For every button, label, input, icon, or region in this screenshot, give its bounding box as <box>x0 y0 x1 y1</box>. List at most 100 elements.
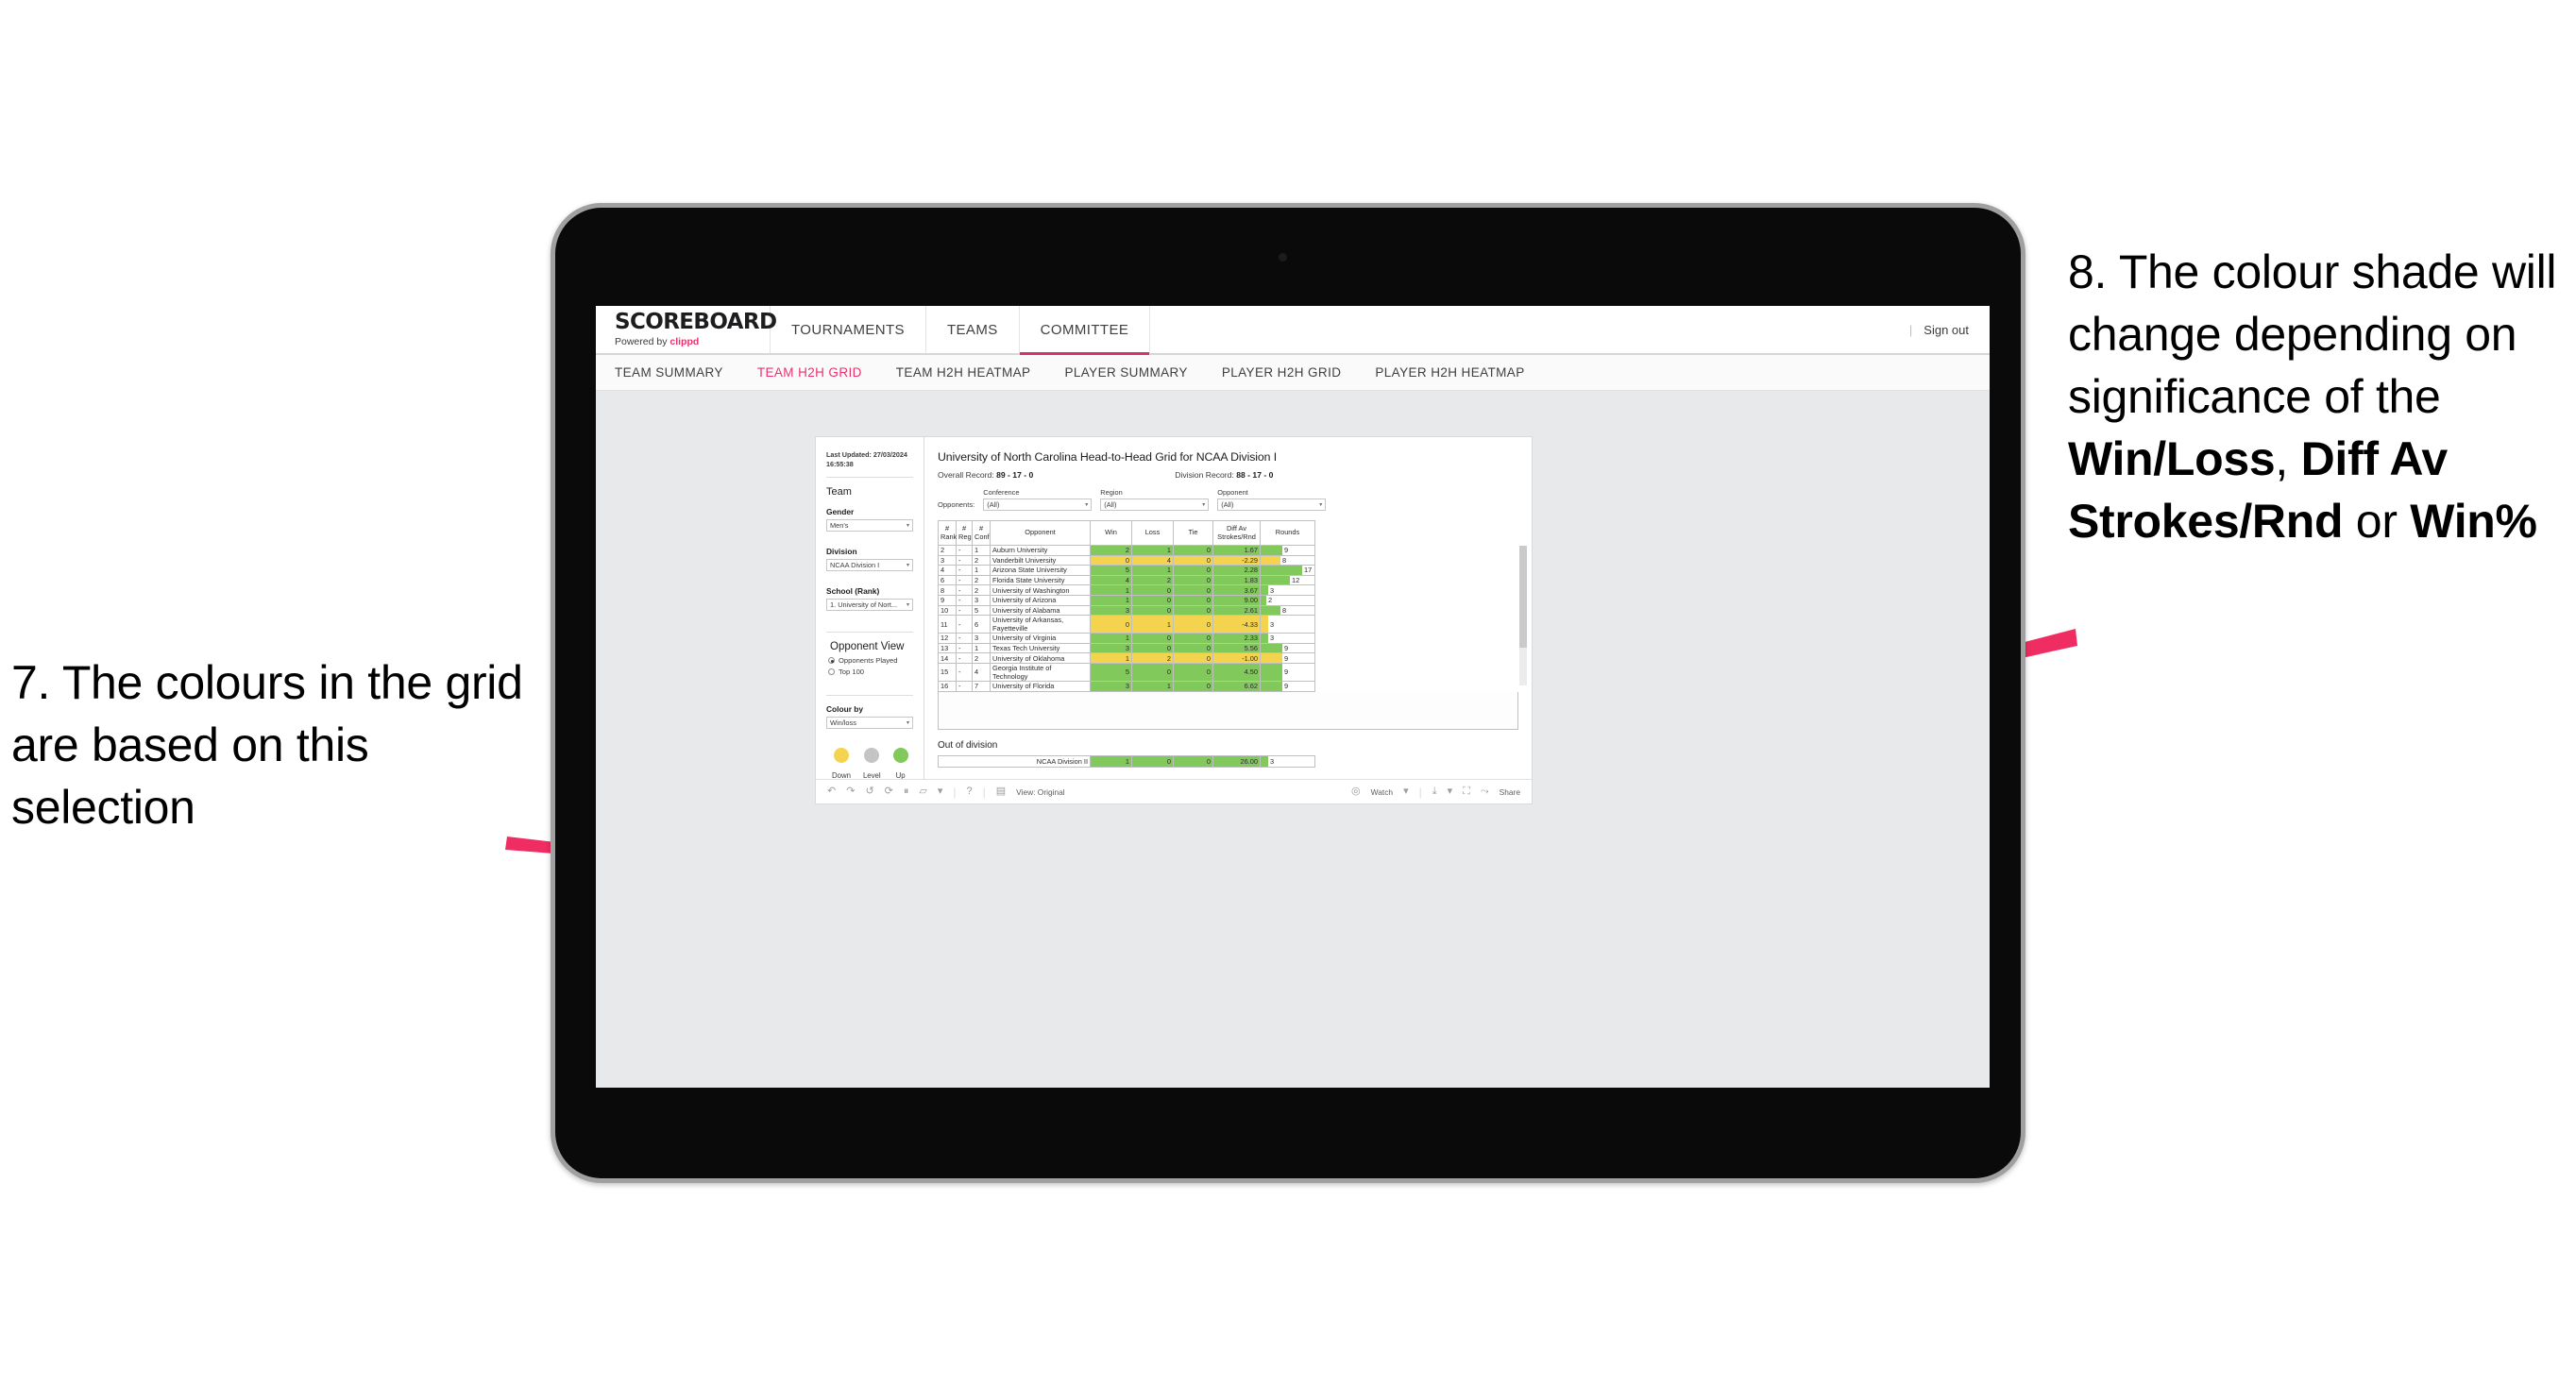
filter-opponent-select[interactable]: (All) ▾ <box>1217 499 1327 511</box>
cell-rounds: 9 <box>1260 652 1315 664</box>
out-of-division-row[interactable]: NCAA Division II 1 0 0 26.00 3 <box>938 754 1315 768</box>
colour-by-select[interactable]: Win/loss ▾ <box>826 717 913 730</box>
rounds-value: 3 <box>1270 619 1275 629</box>
filter-region-select[interactable]: (All) ▾ <box>1100 499 1210 511</box>
download-icon[interactable]: ⤓ <box>1432 786 1437 797</box>
school-label: School (Rank) <box>826 586 880 597</box>
cell-opponent: University of Virginia <box>990 633 1091 644</box>
cell-conf: 7 <box>972 680 991 692</box>
table-row[interactable]: 15-4 Georgia Institute of Technology 5 0 0 4.… <box>938 662 1315 682</box>
radio-icon <box>828 657 835 665</box>
division-select[interactable]: NCAA Division I ▾ <box>826 559 913 572</box>
school-select[interactable]: 1. University of Nort... ▾ <box>826 599 913 612</box>
cell-reg: - <box>956 584 973 596</box>
brand-logo[interactable]: SCOREBOARD Powered by clippd <box>596 306 777 353</box>
rounds-value: 9 <box>1284 682 1289 691</box>
col-loss[interactable]: Loss <box>1131 520 1174 546</box>
subnav-item-team-h2h-heatmap[interactable]: TEAM H2H HEATMAP <box>896 365 1031 380</box>
col-rank[interactable]: # Rank <box>938 520 957 546</box>
nav-item-teams[interactable]: TEAMS <box>926 306 1020 353</box>
scrollbar-thumb[interactable] <box>1519 546 1527 648</box>
subnav-item-player-summary[interactable]: PLAYER SUMMARY <box>1064 365 1187 380</box>
annotation-right: 8. The colour shade will change dependin… <box>2068 241 2576 552</box>
cell-reg: - <box>956 680 973 692</box>
fullscreen-icon[interactable]: ⛶ <box>1463 786 1470 797</box>
cell-win: 2 <box>1090 545 1132 556</box>
table-row[interactable]: 6-2 Florida State University 4 2 0 1.83 12 <box>938 574 1315 586</box>
app-top-bar: SCOREBOARD Powered by clippd TOURNAMENTS… <box>596 306 1990 355</box>
table-row[interactable]: 14-2 University of Oklahoma 1 2 0 -1.00 9 <box>938 652 1315 664</box>
subnav-item-player-h2h-heatmap[interactable]: PLAYER H2H HEATMAP <box>1375 365 1524 380</box>
brand-powered-name: clippd <box>669 336 700 347</box>
help-icon[interactable]: ? <box>967 786 973 797</box>
nav-item-tournaments[interactable]: TOURNAMENTS <box>771 306 926 353</box>
revert-icon[interactable]: ↺ <box>865 786 873 797</box>
subnav-item-team-h2h-grid[interactable]: TEAM H2H GRID <box>757 365 862 380</box>
gender-select[interactable]: Men's ▾ <box>826 519 913 532</box>
chevron-down-icon[interactable]: ▾ <box>938 786 943 797</box>
account-area: | Sign out <box>1909 306 1990 353</box>
table-row[interactable]: 10-5 University of Alabama 3 0 0 2.61 8 <box>938 604 1315 617</box>
cell-opponent: University of Washington <box>990 584 1091 596</box>
grid-vertical-scrollbar[interactable] <box>1519 546 1527 685</box>
cell-tie: 0 <box>1173 662 1213 682</box>
cell-loss: 1 <box>1131 565 1174 576</box>
refresh-data-icon[interactable]: ⟳ <box>885 786 893 797</box>
radio-opponents-played[interactable]: Opponents Played <box>826 656 913 665</box>
share-label[interactable]: Share <box>1500 787 1520 797</box>
cell-rank: 10 <box>938 604 957 617</box>
share-icon[interactable]: ⤳ <box>1481 786 1489 797</box>
view-original-label[interactable]: View: Original <box>1016 787 1065 797</box>
table-row[interactable]: 3-2 Vanderbilt University 0 4 0 -2.29 8 <box>938 554 1315 566</box>
col-win[interactable]: Win <box>1090 520 1132 546</box>
subnav-item-player-h2h-grid[interactable]: PLAYER H2H GRID <box>1222 365 1342 380</box>
pause-updates-icon[interactable]: ⏸ <box>904 786 909 797</box>
table-row[interactable]: 12-3 University of Virginia 1 0 0 2.33 3 <box>938 633 1315 644</box>
table-row[interactable]: 9-3 University of Arizona 1 0 0 9.00 2 <box>938 594 1315 606</box>
undo-icon[interactable]: ↶ <box>827 786 836 797</box>
col-conf[interactable]: # Conf <box>972 520 991 546</box>
col-reg[interactable]: # Reg <box>956 520 973 546</box>
cell-conf: 1 <box>972 565 991 576</box>
col-opponent[interactable]: Opponent <box>990 520 1091 546</box>
h2h-grid-table: # Rank # Reg # Conf Opponent Win Loss Tie D… <box>938 520 1315 692</box>
cell-diff: 1.83 <box>1212 574 1261 586</box>
rounds-bar <box>1261 595 1266 605</box>
radio-top-100[interactable]: Top 100 <box>826 668 913 676</box>
opponents-label: Opponents: <box>938 500 975 509</box>
filter-opponent-label: Opponent <box>1217 488 1248 497</box>
chevron-down-icon: ▾ <box>906 523 909 530</box>
col-tie[interactable]: Tie <box>1173 520 1213 546</box>
table-row[interactable]: 16-7 University of Florida 3 1 0 6.62 9 <box>938 680 1315 692</box>
cell-reg: - <box>956 633 973 644</box>
nav-item-committee[interactable]: COMMITTEE <box>1019 306 1151 355</box>
col-diff[interactable]: Diff Av Strokes/Rnd <box>1212 520 1261 546</box>
sign-out-link[interactable]: Sign out <box>1924 323 1969 337</box>
table-row[interactable]: 2-1 Auburn University 2 1 0 1.67 9 <box>938 545 1315 556</box>
secondary-nav: TEAM SUMMARY TEAM H2H GRID TEAM H2H HEAT… <box>596 355 1990 391</box>
table-row[interactable]: 13-1 Texas Tech University 3 0 0 5.56 9 <box>938 642 1315 654</box>
col-rounds[interactable]: Rounds <box>1260 520 1315 546</box>
table-row[interactable]: 11-6 University of Arkansas, Fayetteville… <box>938 615 1315 634</box>
chevron-down-icon: ▾ <box>1085 502 1089 508</box>
table-row[interactable]: 8-2 University of Washington 1 0 0 3.67 3 <box>938 584 1315 596</box>
redo-icon[interactable]: ↷ <box>846 786 855 797</box>
cell-reg: - <box>956 604 973 617</box>
filter-conference: Conference (All) ▾ <box>983 488 1093 511</box>
subnav-item-team-summary[interactable]: TEAM SUMMARY <box>615 365 723 380</box>
out-of-division-table: NCAA Division II 1 0 0 26.00 3 <box>938 754 1315 768</box>
custom-view-icon[interactable]: ▱ <box>919 786 926 797</box>
opponent-filters: Opponents: Conference (All) ▾ Region (Al… <box>938 488 1518 511</box>
chevron-down-icon[interactable]: ▾ <box>1448 786 1453 797</box>
cell-reg: - <box>956 545 973 556</box>
cell-tie: 0 <box>1173 594 1213 606</box>
filter-conference-select[interactable]: (All) ▾ <box>983 499 1093 511</box>
opponent-view-heading: Opponent View <box>830 641 905 653</box>
cell-rounds: 8 <box>1260 554 1315 566</box>
watch-label[interactable]: Watch <box>1371 787 1393 797</box>
annotation-right-mid-2: or <box>2343 495 2411 548</box>
table-row[interactable]: 4-1 Arizona State University 5 1 0 2.28 17 <box>938 565 1315 576</box>
cell-diff: -4.33 <box>1212 615 1261 634</box>
rounds-bar <box>1261 585 1268 595</box>
chevron-down-icon[interactable]: ▾ <box>1403 786 1409 797</box>
